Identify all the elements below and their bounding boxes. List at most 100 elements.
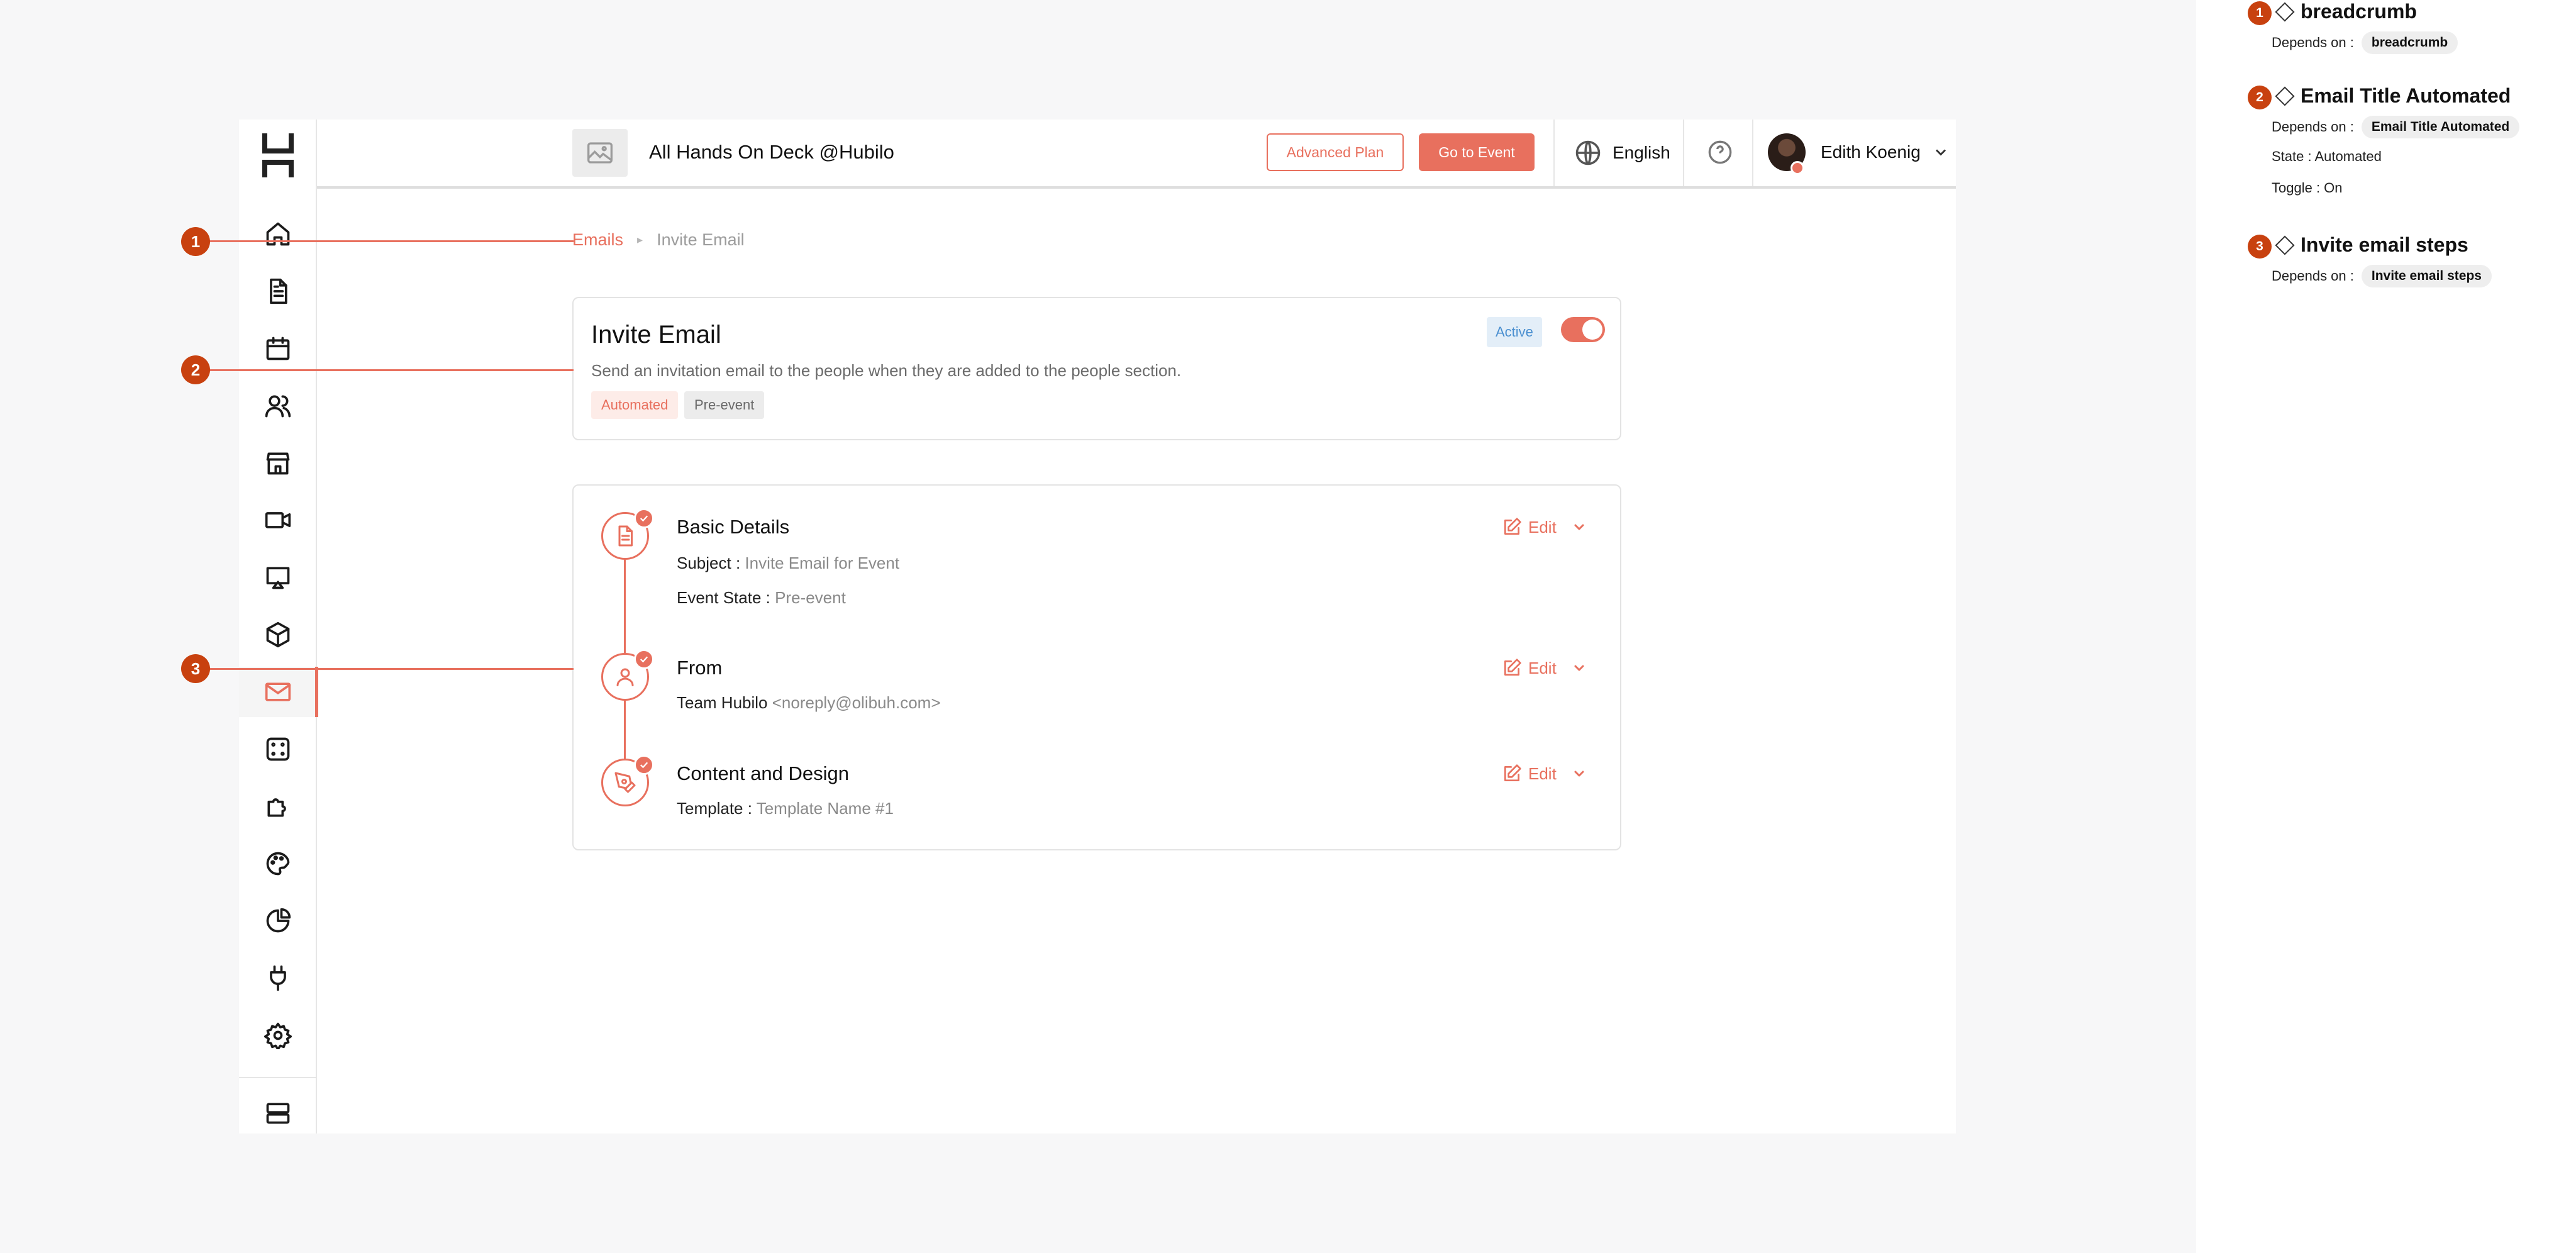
step-complete-check-icon xyxy=(634,508,654,528)
annotation-marker-1: 1 xyxy=(181,227,210,256)
edit-label: Edit xyxy=(1528,517,1557,537)
chevron-down-icon xyxy=(1574,524,1584,530)
plug-icon xyxy=(270,965,286,991)
email-active-toggle[interactable] xyxy=(1561,317,1605,342)
annotation-connector-1 xyxy=(196,240,574,242)
cube-icon xyxy=(266,621,290,648)
depends-chip: breadcrumb xyxy=(2361,31,2458,54)
pie-chart-icon xyxy=(266,908,291,933)
sidebar-item-booths[interactable] xyxy=(239,438,317,488)
edit-label: Edit xyxy=(1528,764,1557,783)
email-description: Send an invitation email to the people w… xyxy=(591,361,1182,380)
step-title: Content and Design xyxy=(677,762,850,784)
diamond-icon xyxy=(2275,86,2295,106)
sidebar-item-analytics[interactable] xyxy=(239,896,317,946)
palette-icon xyxy=(266,852,290,876)
step-detail-sender: Team Hubilo <noreply@olibuh.com> xyxy=(677,693,941,712)
step-detail-subject: Subject : Invite Email for Event xyxy=(677,554,900,572)
sidebar-item-settings[interactable] xyxy=(239,1010,317,1061)
step-detail-event-state: Event State : Pre-event xyxy=(677,588,846,607)
diamond-icon xyxy=(2275,2,2295,22)
sidebar-item-branding[interactable] xyxy=(239,838,317,889)
topbar-divider xyxy=(1683,120,1684,186)
server-icon xyxy=(266,1103,290,1124)
sidebar-item-people[interactable] xyxy=(239,381,317,431)
breadcrumb-link-emails[interactable]: Emails xyxy=(572,230,623,250)
sidebar-item-engagement[interactable] xyxy=(239,724,317,774)
annotation-depends: Depends on : Email Title Automated xyxy=(2272,116,2520,138)
tag-pre-event: Pre-event xyxy=(684,391,765,419)
help-button[interactable] xyxy=(1707,140,1733,165)
topbar-divider xyxy=(1752,120,1753,186)
annotation-marker-2: 2 xyxy=(181,355,210,384)
edit-icon xyxy=(1504,518,1521,535)
sidebar-item-emails[interactable] xyxy=(239,667,318,717)
document-icon xyxy=(618,525,633,547)
sidebar-item-sessions[interactable] xyxy=(239,495,317,545)
depends-chip: Email Title Automated xyxy=(2361,116,2520,138)
hubilo-logo[interactable] xyxy=(262,133,294,177)
help-icon xyxy=(1708,140,1732,164)
diamond-icon xyxy=(2275,235,2295,255)
step-title: Basic Details xyxy=(677,516,790,538)
email-title: Invite Email xyxy=(591,321,721,348)
topbar: All Hands On Deck @Hubilo Advanced Plan … xyxy=(317,120,1956,189)
store-icon xyxy=(266,452,290,475)
image-icon xyxy=(587,142,613,164)
edit-content-design-button[interactable]: Edit xyxy=(1502,764,1587,784)
annotation-title: Email Title Automated xyxy=(2301,84,2511,107)
event-image-placeholder[interactable] xyxy=(572,129,628,177)
avatar xyxy=(1768,133,1806,175)
annotation-depends: Depends on : breadcrumb xyxy=(2272,31,2458,54)
language-label: English xyxy=(1613,143,1670,162)
tag-automated: Automated xyxy=(591,391,679,419)
user-icon xyxy=(616,668,634,686)
document-icon xyxy=(270,278,287,304)
home-icon xyxy=(266,222,290,246)
edit-basic-details-button[interactable]: Edit xyxy=(1502,517,1587,537)
sidebar-item-servers[interactable] xyxy=(239,1088,317,1139)
annotation-panel: 1 breadcrumb Depends on : breadcrumb 2 Em… xyxy=(2196,0,2576,1253)
sidebar-item-pages[interactable] xyxy=(239,266,317,316)
gear-icon xyxy=(264,1022,292,1049)
email-title-card: Invite Email Send an invitation email to… xyxy=(572,297,1621,440)
globe-icon xyxy=(1575,140,1601,165)
annotation-toggle: Toggle : On xyxy=(2272,180,2343,196)
annotation-connector-2 xyxy=(196,369,574,371)
sidebar-item-integrations[interactable] xyxy=(239,610,317,660)
sidebar-divider xyxy=(239,1077,317,1078)
chevron-down-icon xyxy=(1935,149,1946,156)
edit-from-button[interactable]: Edit xyxy=(1502,658,1587,678)
status-badge: Active xyxy=(1487,317,1542,347)
sidebar-item-home[interactable] xyxy=(239,209,317,259)
breadcrumb-separator-icon: ▸ xyxy=(637,233,643,246)
sidebar-item-agenda[interactable] xyxy=(239,323,317,374)
advanced-plan-button[interactable]: Advanced Plan xyxy=(1267,133,1404,171)
user-menu[interactable]: Edith Koenig xyxy=(1768,133,1950,175)
user-name: Edith Koenig xyxy=(1821,142,1921,162)
chevron-down-icon xyxy=(1574,665,1584,671)
sidebar-item-stage[interactable] xyxy=(239,552,317,603)
topbar-divider xyxy=(1553,120,1555,186)
breadcrumb-current: Invite Email xyxy=(657,230,745,249)
language-selector[interactable]: English xyxy=(1575,120,1670,186)
video-icon xyxy=(265,512,291,528)
pen-tool-icon xyxy=(614,772,636,793)
annotation-number: 2 xyxy=(2248,86,2272,109)
step-title: From xyxy=(677,657,723,679)
sidebar-item-apps[interactable] xyxy=(239,781,317,832)
annotation-connector-3 xyxy=(196,668,574,670)
go-to-event-button[interactable]: Go to Event xyxy=(1419,133,1535,171)
annotation-number: 1 xyxy=(2248,1,2272,25)
breadcrumb: Emails ▸ Invite Email xyxy=(572,230,745,250)
step-complete-check-icon xyxy=(634,649,654,669)
annotation-title: Invite email steps xyxy=(2301,233,2468,256)
sidebar-item-plugins[interactable] xyxy=(239,953,317,1003)
app-window: All Hands On Deck @Hubilo Advanced Plan … xyxy=(239,120,1956,1133)
chevron-down-icon xyxy=(1574,771,1584,777)
edit-icon xyxy=(1504,764,1521,781)
event-title: All Hands On Deck @Hubilo xyxy=(649,141,894,163)
annotation-number: 3 xyxy=(2248,235,2272,259)
puzzle-icon xyxy=(267,798,286,817)
sidebar xyxy=(239,120,318,1133)
